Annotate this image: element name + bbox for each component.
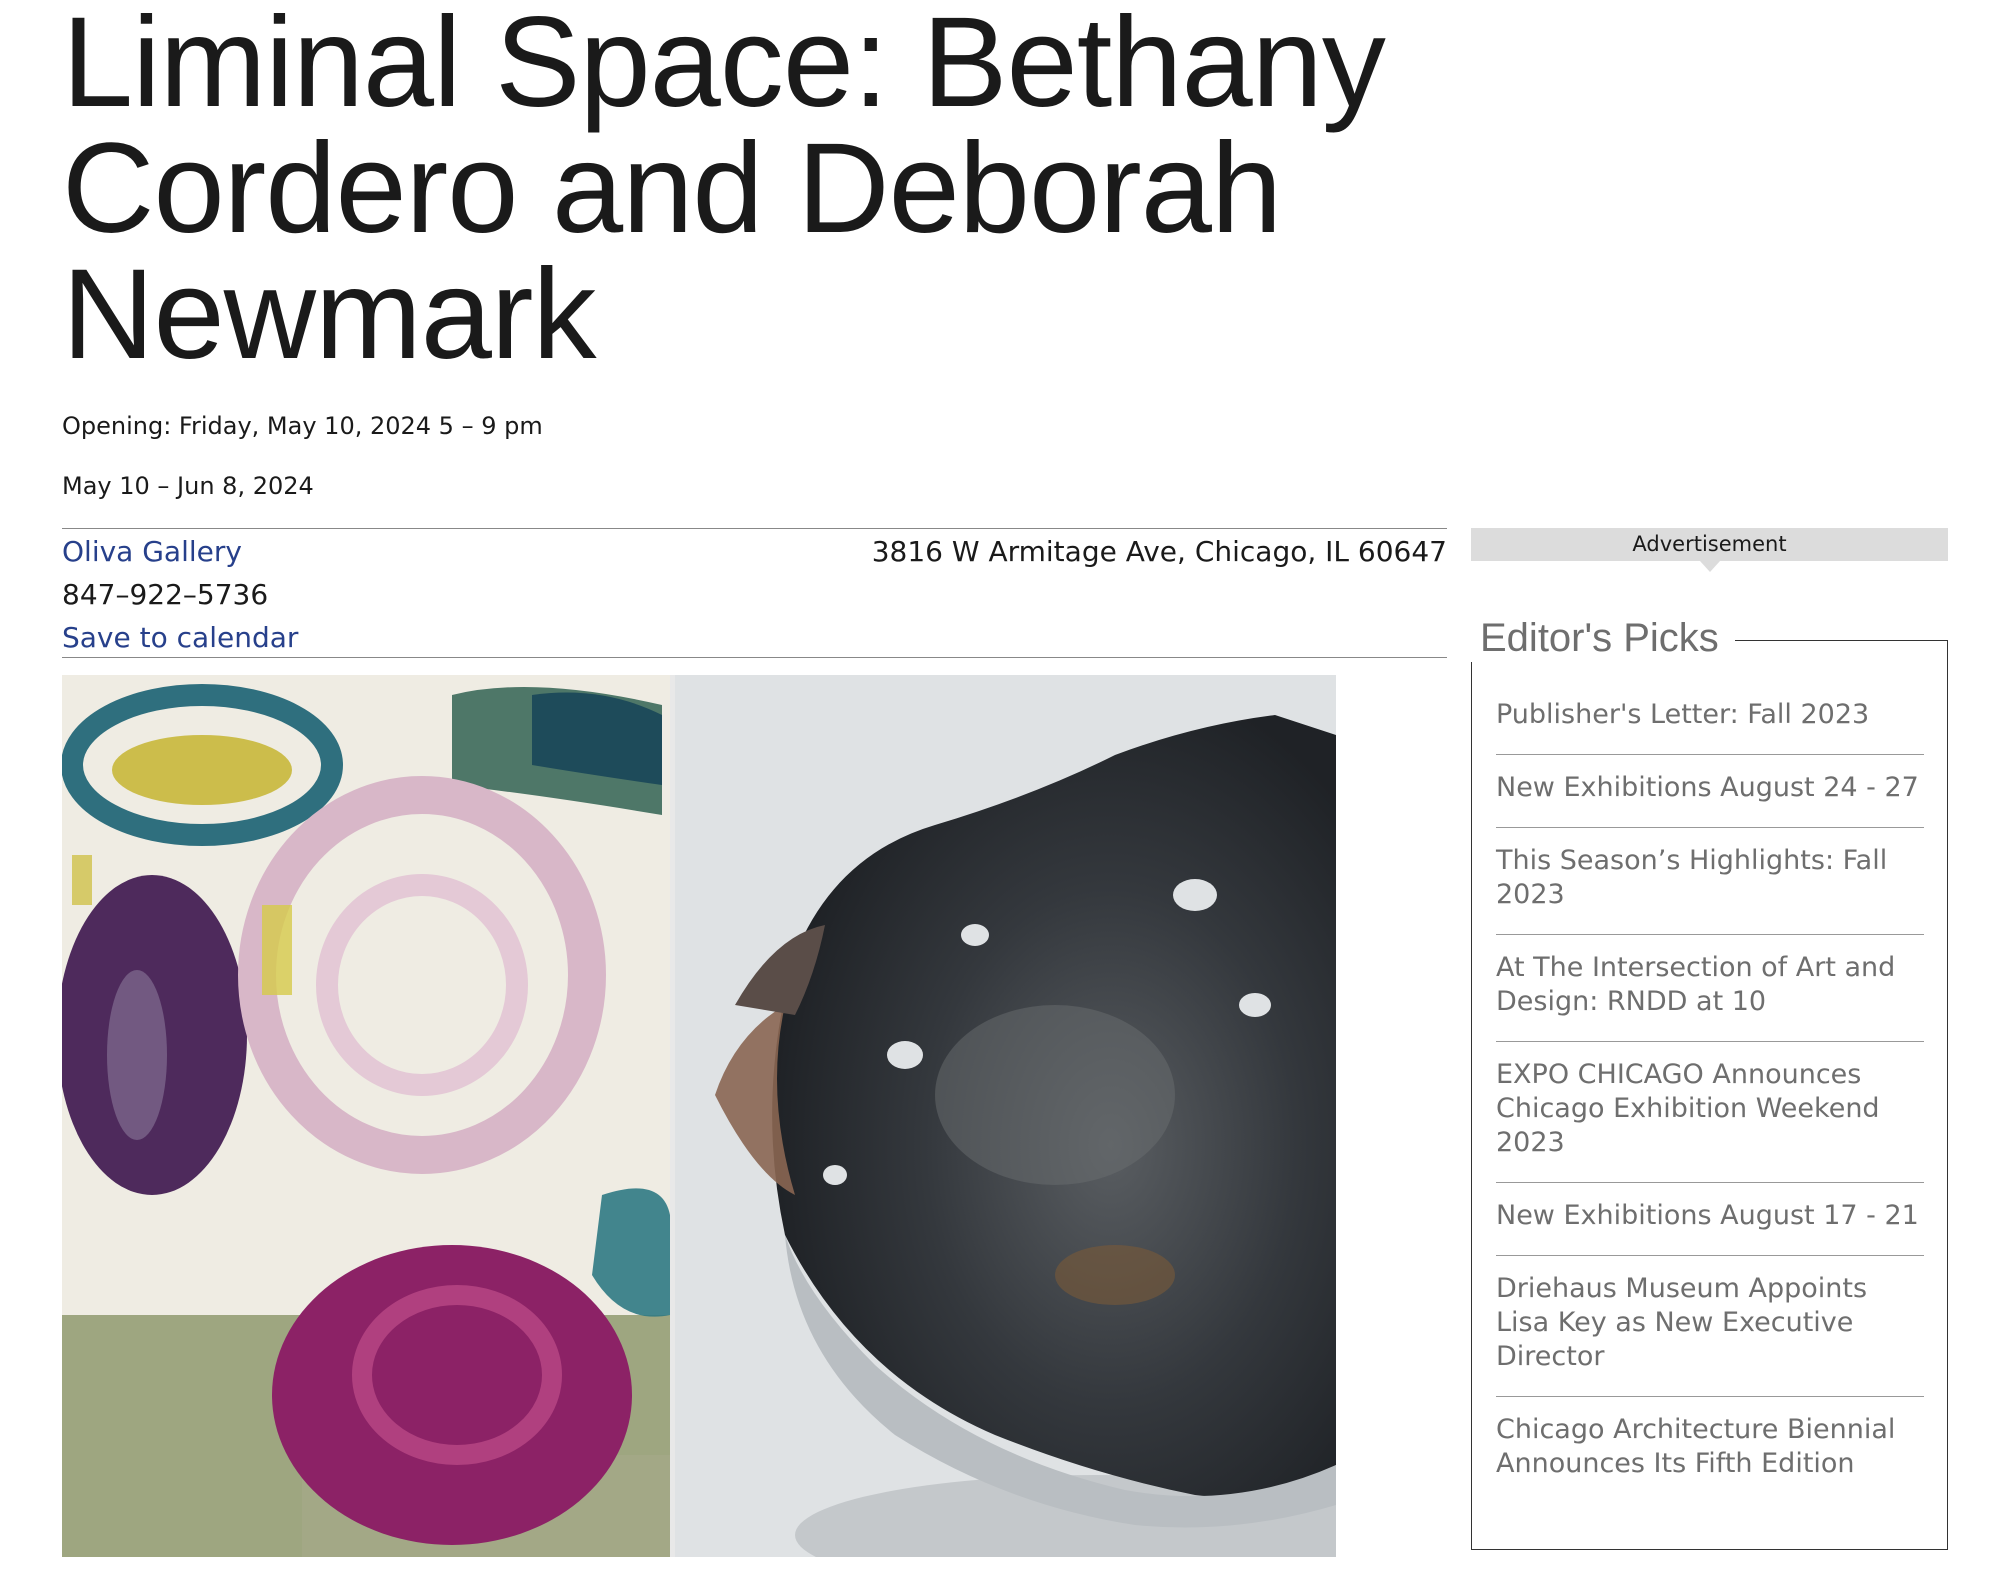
pick-link[interactable]: Publisher's Letter: Fall 2023: [1496, 699, 1869, 730]
list-item: Driehaus Museum Appoints Lisa Key as New…: [1496, 1256, 1924, 1397]
gallery-phone: 847–922–5736: [62, 578, 269, 611]
gallery-address: 3816 W Armitage Ave, Chicago, IL 60647: [871, 535, 1447, 568]
advertisement-label: Advertisement: [1471, 528, 1948, 572]
venue-info: Oliva Gallery 847–922–5736 Save to calen…: [62, 528, 1447, 658]
painting-image: [62, 675, 670, 1557]
pick-link[interactable]: Driehaus Museum Appoints Lisa Key as New…: [1496, 1273, 1867, 1372]
pick-link[interactable]: Chicago Architecture Biennial Announces …: [1496, 1414, 1895, 1479]
editors-picks-title: Editor's Picks: [1471, 614, 1735, 662]
sculpture-image: [675, 675, 1336, 1557]
exhibition-dates: May 10 – Jun 8, 2024: [62, 472, 314, 500]
pick-link[interactable]: EXPO CHICAGO Announces Chicago Exhibitio…: [1496, 1059, 1880, 1158]
editors-picks-list: Publisher's Letter: Fall 2023 New Exhibi…: [1496, 682, 1924, 1503]
exhibition-image: [62, 675, 1336, 1557]
save-to-calendar-link[interactable]: Save to calendar: [62, 621, 298, 654]
pick-link[interactable]: This Season’s Highlights: Fall 2023: [1496, 845, 1887, 910]
list-item: Chicago Architecture Biennial Announces …: [1496, 1397, 1924, 1503]
pick-link[interactable]: New Exhibitions August 24 - 27: [1496, 772, 1919, 803]
list-item: Publisher's Letter: Fall 2023: [1496, 682, 1924, 755]
list-item: New Exhibitions August 17 - 21: [1496, 1183, 1924, 1256]
event-title: Liminal Space: Bethany Cordero and Debor…: [62, 0, 1386, 386]
gallery-link[interactable]: Oliva Gallery: [62, 535, 242, 568]
list-item: At The Intersection of Art and Design: R…: [1496, 935, 1924, 1042]
list-item: New Exhibitions August 24 - 27: [1496, 755, 1924, 828]
opening-info: Opening: Friday, May 10, 2024 5 – 9 pm: [62, 412, 543, 440]
list-item: This Season’s Highlights: Fall 2023: [1496, 828, 1924, 935]
list-item: EXPO CHICAGO Announces Chicago Exhibitio…: [1496, 1042, 1924, 1183]
pick-link[interactable]: New Exhibitions August 17 - 21: [1496, 1200, 1919, 1231]
pick-link[interactable]: At The Intersection of Art and Design: R…: [1496, 952, 1895, 1017]
